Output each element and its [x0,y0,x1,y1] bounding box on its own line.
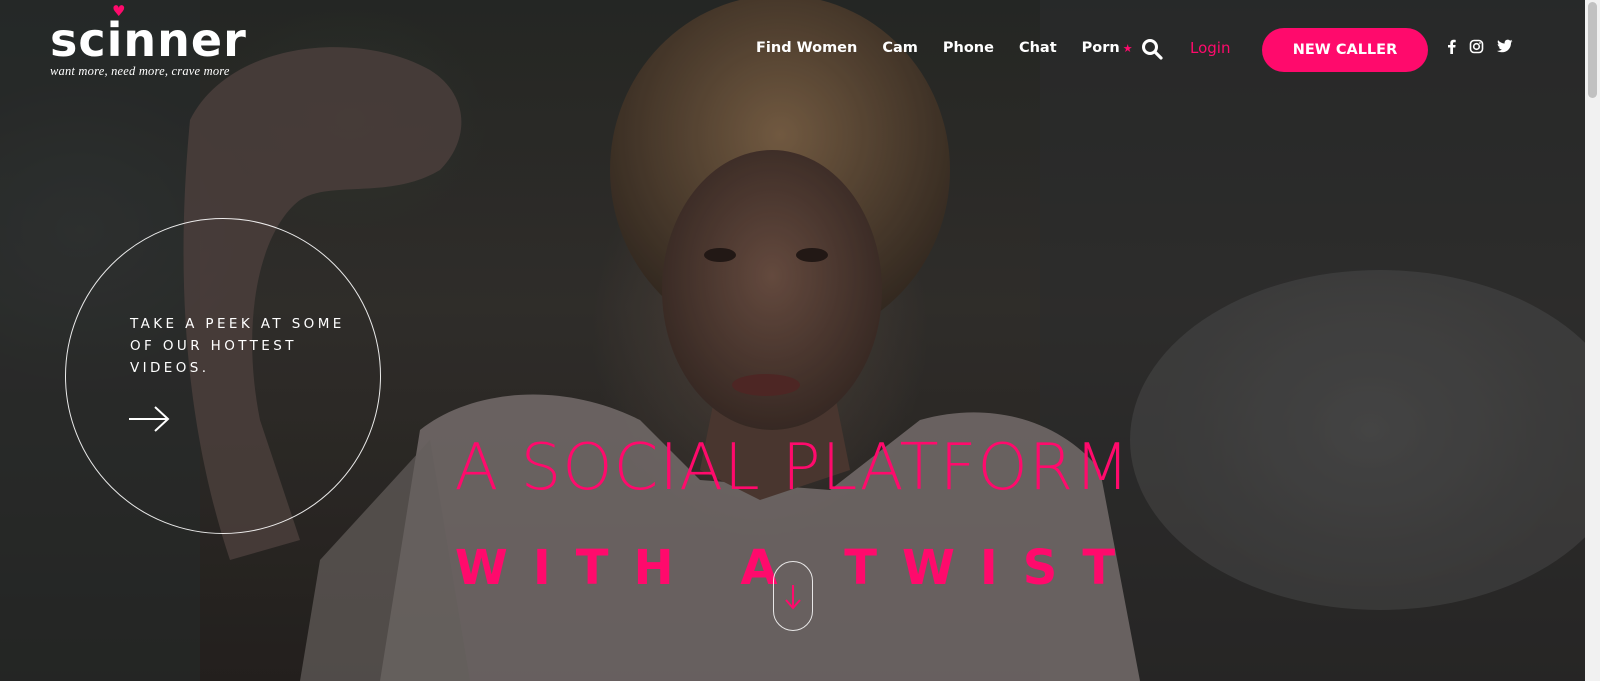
nav-chat[interactable]: Chat [1019,40,1057,56]
instagram-icon[interactable] [1469,39,1484,55]
peek-videos-text: TAKE A PEEK AT SOME OF OUR HOTTEST VIDEO… [130,316,345,376]
nav-porn-label: Porn [1081,40,1120,56]
hero-headline: A SOCIAL PLATFORM [454,431,1131,505]
brand-name: scinner [50,13,247,67]
logo-wordmark: ♥ scinner [50,4,247,67]
search-icon[interactable] [1141,38,1163,60]
arrow-down-icon [785,585,801,610]
new-caller-button[interactable]: NEW CALLER [1262,28,1428,72]
facebook-icon[interactable] [1447,39,1456,55]
scroll-down-button[interactable] [773,561,813,631]
page-scrollbar[interactable] [1585,0,1600,681]
nav-porn[interactable]: Porn ★ [1082,40,1133,56]
heart-icon: ♥ [112,2,127,20]
nav-find-women[interactable]: Find Women [756,40,857,56]
main-nav: Find Women Cam Phone Chat Porn ★ [756,36,1158,60]
star-icon: ★ [1122,42,1133,55]
site-logo[interactable]: ♥ scinner want more, need more, crave mo… [50,4,247,79]
nav-phone[interactable]: Phone [943,40,994,56]
twitter-icon[interactable] [1497,39,1513,55]
nav-cam[interactable]: Cam [882,40,918,56]
login-link[interactable]: Login [1190,39,1230,57]
scrollbar-thumb[interactable] [1588,2,1597,98]
hero-section: ♥ scinner want more, need more, crave mo… [0,0,1585,681]
social-links [1447,39,1526,55]
arrow-right-icon [129,406,170,432]
